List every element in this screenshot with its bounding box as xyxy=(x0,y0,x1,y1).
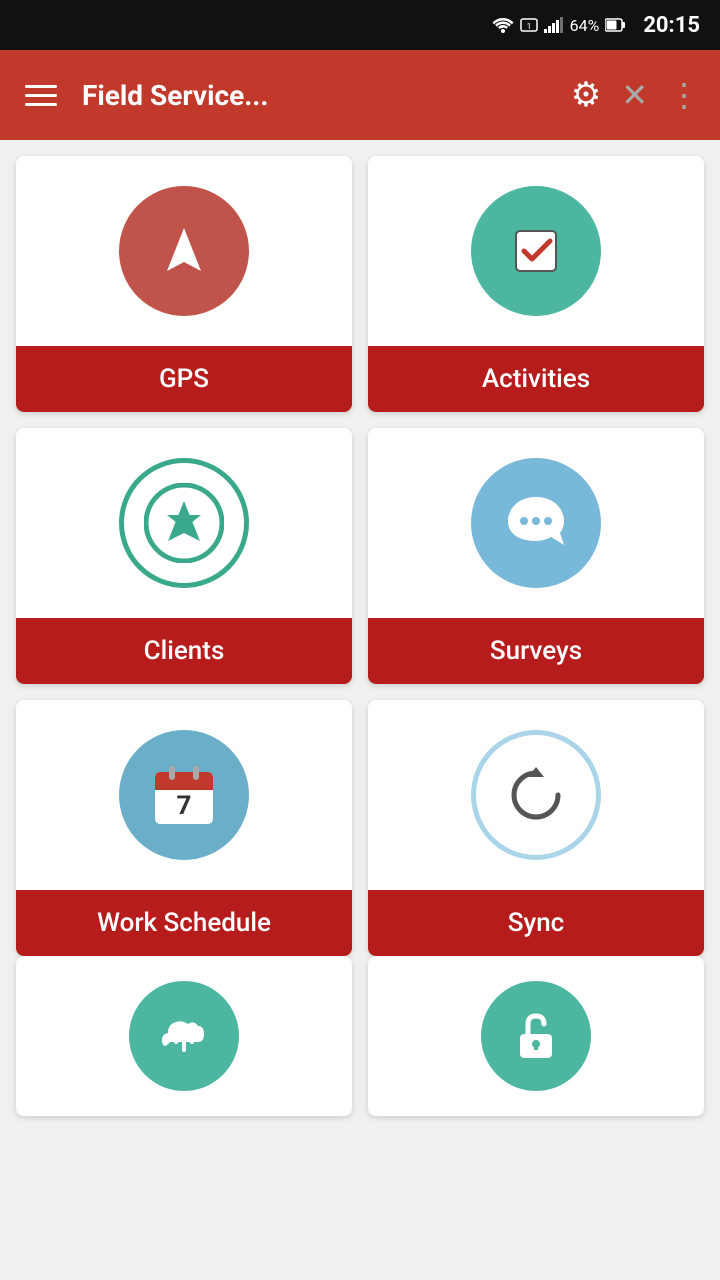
close-icon[interactable]: ✕ xyxy=(621,76,648,114)
battery-percentage: 64% xyxy=(570,16,600,35)
sync-icon-area xyxy=(368,700,704,890)
activities-card[interactable]: Activities xyxy=(368,156,704,412)
sync-label: Sync xyxy=(368,890,704,956)
activities-label: Activities xyxy=(368,346,704,412)
sim-icon: 1 xyxy=(520,17,538,33)
sync-icon xyxy=(500,759,572,831)
battery-icon xyxy=(605,18,625,32)
surveys-icon xyxy=(500,487,572,559)
clients-icon-area xyxy=(16,428,352,618)
upload-icon-circle xyxy=(129,981,239,1091)
lock-icon xyxy=(506,1006,566,1066)
work-schedule-icon-area: 7 xyxy=(16,700,352,890)
activities-icon-area xyxy=(368,156,704,346)
bottom-partial-grid xyxy=(0,956,720,1132)
svg-text:7: 7 xyxy=(177,791,192,821)
menu-button[interactable] xyxy=(20,80,62,111)
wifi-icon xyxy=(492,17,514,33)
activities-icon-circle xyxy=(471,186,601,316)
svg-text:1: 1 xyxy=(526,22,531,31)
signal-icon xyxy=(544,17,564,33)
activities-icon xyxy=(500,215,572,287)
clients-icon-circle xyxy=(119,458,249,588)
gps-icon-circle xyxy=(119,186,249,316)
gps-icon xyxy=(149,216,219,286)
clients-label: Clients xyxy=(16,618,352,684)
toolbar-icons: ⚙ ✕ ⋮ xyxy=(571,75,700,115)
main-grid: GPS Activities xyxy=(0,140,720,972)
status-icons: 1 64% xyxy=(492,16,626,35)
gps-label: GPS xyxy=(16,346,352,412)
lock-icon-circle xyxy=(481,981,591,1091)
upload-card[interactable] xyxy=(16,956,352,1116)
calendar-icon: 7 xyxy=(143,754,225,836)
work-schedule-label: Work Schedule xyxy=(16,890,352,956)
lock-card[interactable] xyxy=(368,956,704,1116)
settings-icon[interactable]: ⚙ xyxy=(571,75,601,115)
more-options-icon[interactable]: ⋮ xyxy=(668,76,700,114)
surveys-icon-area xyxy=(368,428,704,618)
status-bar: 1 64% 20:15 xyxy=(0,0,720,50)
sync-icon-circle xyxy=(471,730,601,860)
surveys-label: Surveys xyxy=(368,618,704,684)
gps-card[interactable]: GPS xyxy=(16,156,352,412)
surveys-card[interactable]: Surveys xyxy=(368,428,704,684)
sync-card[interactable]: Sync xyxy=(368,700,704,956)
app-title: Field Service... xyxy=(82,79,551,112)
upload-icon-area xyxy=(16,956,352,1116)
app-bar: Field Service... ⚙ ✕ ⋮ xyxy=(0,50,720,140)
gps-icon-area xyxy=(16,156,352,346)
clients-card[interactable]: Clients xyxy=(16,428,352,684)
lock-icon-area xyxy=(368,956,704,1116)
work-schedule-icon-circle: 7 xyxy=(119,730,249,860)
clients-icon xyxy=(144,483,224,563)
work-schedule-card[interactable]: 7 Work Schedule xyxy=(16,700,352,956)
status-time: 20:15 xyxy=(643,13,700,38)
surveys-icon-circle xyxy=(471,458,601,588)
upload-icon xyxy=(154,1006,214,1066)
